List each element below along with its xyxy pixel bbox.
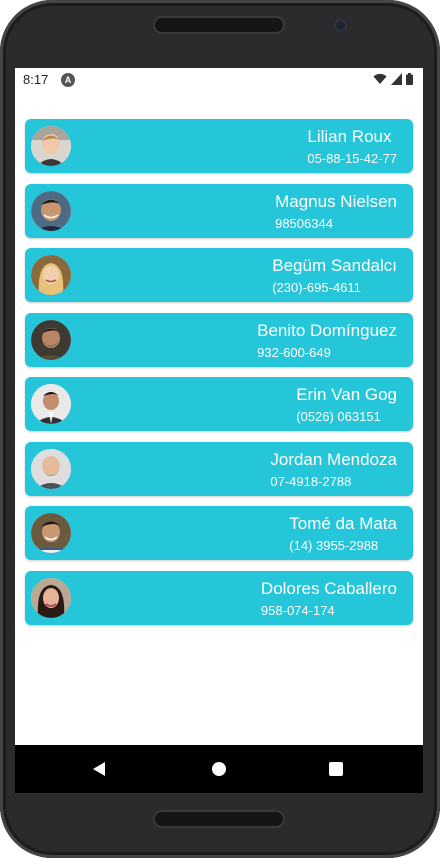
- contact-phone: (14) 3955-2988: [289, 538, 379, 553]
- wifi-icon: [373, 73, 387, 84]
- navigation-bar: [15, 745, 423, 793]
- back-icon[interactable]: [93, 762, 105, 776]
- battery-icon: [406, 73, 413, 85]
- contact-info: Benito Domínguez 932-600-649: [257, 321, 397, 362]
- status-clock: 8:17: [23, 72, 49, 87]
- contact-name: Begüm Sandalcı: [272, 256, 397, 275]
- earpiece-speaker: [155, 18, 283, 32]
- signal-icon: [391, 73, 402, 85]
- contact-card[interactable]: Dolores Caballero 958-074-174: [25, 570, 413, 625]
- contact-name: Benito Domínguez: [257, 320, 397, 340]
- contact-info: Tomé da Mata (14) 3955-2988: [289, 514, 397, 555]
- contact-name: Lilian Roux: [307, 127, 392, 146]
- contact-info: Jordan Mendoza 07-4918-2788: [270, 450, 397, 491]
- contact-avatar: [31, 448, 71, 489]
- contact-name: Erin Van Gog: [296, 385, 397, 404]
- app-notification-icon: A: [61, 73, 75, 87]
- recents-icon[interactable]: [329, 762, 343, 776]
- contact-avatar: [31, 190, 71, 231]
- contact-info: Lilian Roux 05-88-15-42-77: [307, 127, 397, 168]
- contact-card[interactable]: Jordan Mendoza 07-4918-2788: [25, 441, 413, 496]
- contact-phone: 07-4918-2788: [270, 473, 352, 489]
- contact-card[interactable]: Magnus Nielsen 98506344: [25, 183, 413, 238]
- contact-card[interactable]: Begüm Sandalcı (230)-695-4611: [25, 248, 413, 302]
- contact-info: Begüm Sandalcı (230)-695-4611: [272, 256, 397, 297]
- status-icons: [373, 73, 413, 85]
- contact-card[interactable]: Benito Domínguez 932-600-649: [25, 312, 413, 367]
- contact-info: Dolores Caballero 958-074-174: [261, 579, 397, 620]
- contact-avatar: [31, 384, 71, 424]
- contact-info: Erin Van Gog (0526) 063151: [296, 385, 397, 426]
- bottom-speaker: [155, 812, 283, 826]
- contact-card[interactable]: Tomé da Mata (14) 3955-2988: [25, 506, 413, 560]
- contact-info: Magnus Nielsen 98506344: [275, 192, 397, 233]
- contact-avatar: [31, 513, 71, 553]
- contact-phone: 932-600-649: [257, 344, 331, 360]
- contact-name: Dolores Caballero: [260, 578, 397, 598]
- contact-phone: (0526) 063151: [296, 409, 381, 424]
- screen: 8:17 A Lilian Roux 05-88-15-42-77 Magnus…: [15, 68, 423, 793]
- contact-phone: 958-074-174: [260, 602, 335, 618]
- contact-phone: 05-88-15-42-77: [307, 151, 397, 166]
- status-bar: 8:17 A: [15, 68, 423, 92]
- contact-phone: (230)-695-4611: [272, 280, 361, 295]
- contact-avatar: [31, 577, 71, 618]
- front-camera: [336, 21, 345, 30]
- contact-name: Magnus Nielsen: [275, 191, 397, 211]
- device-frame: 8:17 A Lilian Roux 05-88-15-42-77 Magnus…: [0, 0, 440, 858]
- contact-card[interactable]: Erin Van Gog (0526) 063151: [25, 377, 413, 431]
- contact-avatar: [31, 255, 71, 295]
- contact-name: Tomé da Mata: [289, 514, 397, 533]
- contact-name: Jordan Mendoza: [270, 449, 397, 469]
- contact-phone: 98506344: [275, 215, 333, 231]
- contact-avatar: [31, 126, 71, 166]
- contact-avatar: [31, 319, 71, 360]
- contact-card[interactable]: Lilian Roux 05-88-15-42-77: [25, 119, 413, 173]
- contact-list: Lilian Roux 05-88-15-42-77 Magnus Nielse…: [25, 119, 413, 635]
- home-icon[interactable]: [212, 762, 226, 776]
